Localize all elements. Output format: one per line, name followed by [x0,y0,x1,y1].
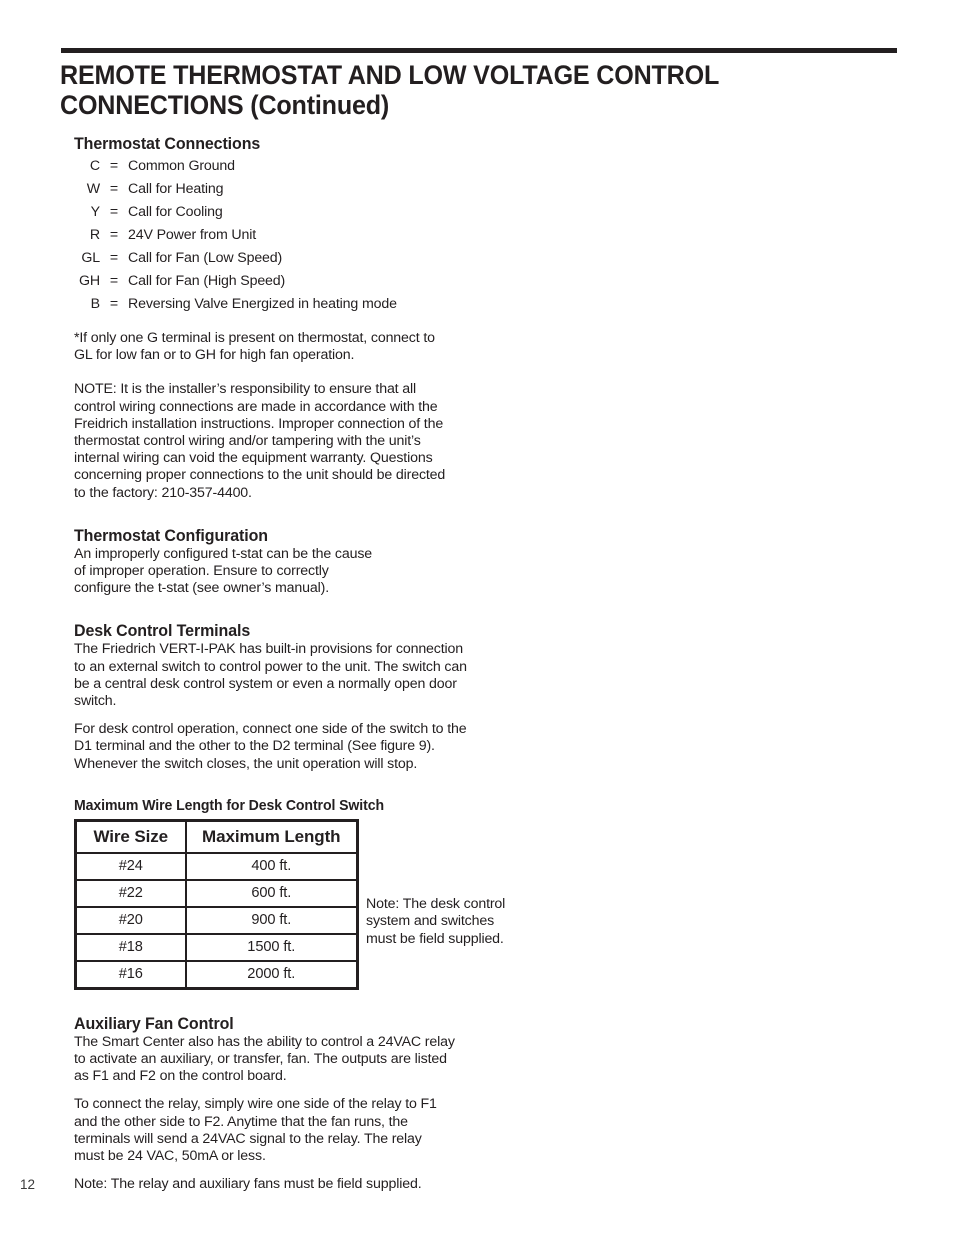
cell-wire-size: #18 [74,932,187,962]
terminal-equals: = [109,250,119,266]
table-row: #22 600 ft. [74,878,359,908]
heading-thermostat-connections: Thermostat Connections [74,134,261,153]
terminal-description: Call for Fan (Low Speed) [128,250,283,266]
heading-maximum-wire-length: Maximum Wire Length for Desk Control Swi… [74,796,384,814]
terminal-description: 24V Power from Unit [128,227,257,243]
table-row: #24 400 ft. [74,851,359,881]
terminal-key: C [89,158,100,174]
terminal-row: W = Call for Heating [74,181,554,204]
terminal-key: GH [79,273,100,289]
auxiliary-fan-paragraph-2: To connect the relay, simply wire one si… [74,1096,437,1165]
wire-length-table: Wire Size Maximum Length #24 400 ft. #22… [74,818,359,990]
cell-wire-size: #24 [74,851,187,881]
terminal-key: GL [81,250,100,266]
terminal-key: B [90,296,100,312]
cell-wire-size: #16 [74,959,187,990]
terminal-row: R = 24V Power from Unit [74,227,554,250]
page-title: REMOTE THERMOSTAT AND LOW VOLTAGE CONTRO… [60,60,841,120]
page-title-line-2: CONNECTIONS (Continued) [60,90,390,120]
terminal-row: Y = Call for Cooling [74,204,554,227]
table-header-row: Wire Size Maximum Length [74,819,359,854]
terminal-description: Call for Heating [128,181,224,197]
header-rule [61,48,897,53]
terminal-equals: = [109,273,119,289]
terminal-key: Y [90,204,100,220]
thermostat-note: NOTE: It is the installer’s responsibili… [74,381,446,501]
content-column: Thermostat Connections C = Common Ground… [74,134,554,1193]
heading-desk-control-terminals: Desk Control Terminals [74,621,251,641]
terminal-equals: = [109,296,119,312]
terminal-row: B = Reversing Valve Energized in heating… [74,296,554,319]
column-header-maximum-length: Maximum Length [184,819,359,854]
auxiliary-fan-paragraph-1: The Smart Center also has the ability to… [74,1033,455,1085]
terminal-description: Call for Fan (High Speed) [128,273,286,289]
terminal-key: W [86,181,100,197]
cell-maximum-length: 400 ft. [184,851,359,881]
auxiliary-fan-note: Note: The relay and auxiliary fans must … [74,1176,422,1193]
terminal-description: Reversing Valve Energized in heating mod… [128,296,397,312]
terminal-key: R [89,227,100,243]
wire-length-table-block: Wire Size Maximum Length #24 400 ft. #22… [74,818,554,990]
terminal-row: C = Common Ground [74,158,554,181]
cell-wire-size: #20 [74,905,187,935]
cell-maximum-length: 900 ft. [184,905,359,935]
terminal-equals: = [109,181,119,197]
terminal-description: Call for Cooling [128,204,223,220]
page-title-line-1: REMOTE THERMOSTAT AND LOW VOLTAGE CONTRO… [60,60,720,90]
cell-wire-size: #22 [74,878,187,908]
document-page: REMOTE THERMOSTAT AND LOW VOLTAGE CONTRO… [0,0,954,1235]
cell-maximum-length: 1500 ft. [184,932,359,962]
desk-control-paragraph-1: The Friedrich VERT-I-PAK has built-in pr… [74,641,467,710]
table-row: #20 900 ft. [74,905,359,935]
terminal-row: GL = Call for Fan (Low Speed) [74,250,554,273]
terminal-equals: = [109,204,119,220]
terminal-row: GH = Call for Fan (High Speed) [74,273,554,296]
page-number: 12 [20,1177,36,1192]
heading-auxiliary-fan-control: Auxiliary Fan Control [74,1013,234,1033]
column-header-wire-size: Wire Size [74,819,187,854]
terminal-legend-list: C = Common Ground W = Call for Heating Y… [74,158,554,319]
wire-length-side-note: Note: The desk control system and switch… [366,896,506,947]
desk-control-paragraph-2: For desk control operation, connect one … [74,721,467,772]
table-row: #16 2000 ft. [74,959,359,990]
heading-thermostat-configuration: Thermostat Configuration [74,525,268,545]
cell-maximum-length: 2000 ft. [184,959,359,990]
table-row: #18 1500 ft. [74,932,359,962]
thermostat-configuration-paragraph: An improperly configured t-stat can be t… [74,545,372,597]
cell-maximum-length: 600 ft. [184,878,359,908]
terminal-description: Common Ground [128,158,235,174]
terminal-equals: = [109,227,119,243]
thermostat-footnote: *If only one G terminal is present on th… [74,330,435,364]
terminal-equals: = [109,158,119,174]
